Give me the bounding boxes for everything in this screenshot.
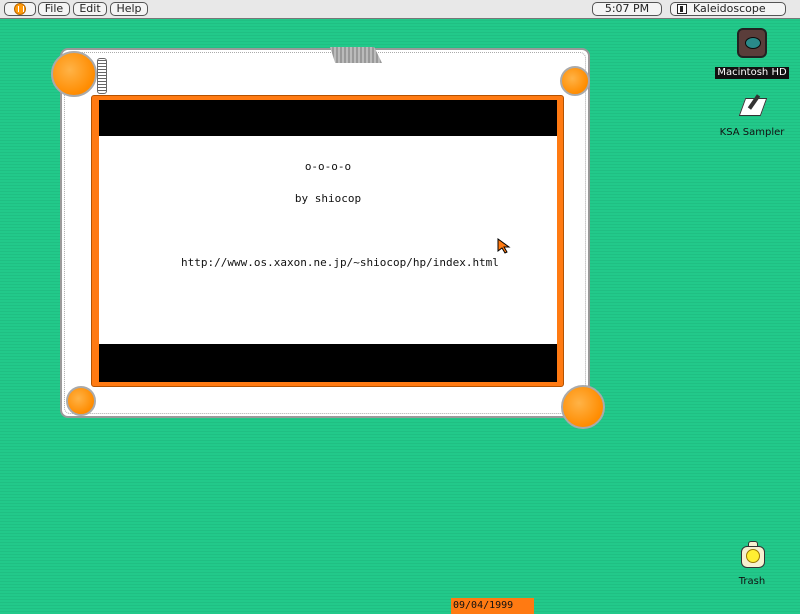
window-title-tab[interactable] [330,47,382,63]
desktop-icon-ksa-sampler[interactable]: KSA Sampler [715,92,789,139]
desktop-icon-label: Trash [738,576,766,587]
trash-icon [739,540,765,568]
application-menu[interactable]: Kaleidoscope [670,2,786,16]
window-drag-grip[interactable] [97,58,107,94]
hard-drive-icon [737,28,767,58]
collapse-box-button[interactable] [66,386,96,416]
mouse-pointer-icon [497,238,511,254]
top-black-band [99,100,557,136]
window-content: o-o-o-o by shiocop http://www.os.xaxon.n… [99,100,557,614]
menu-clock[interactable]: 5:07 PM [592,2,662,16]
zoom-box-button[interactable] [560,66,590,96]
content-title: o-o-o-o [304,160,352,173]
document-pen-icon [738,92,768,118]
menu-edit[interactable]: Edit [73,2,107,16]
bottom-black-band: 09/04/1999 [99,344,557,614]
desktop-icon-label: KSA Sampler [719,127,785,138]
desktop-icon-label: Macintosh HD [715,67,789,79]
desktop-icon-macintosh-hd[interactable]: Macintosh HD [715,28,789,79]
close-box-button[interactable] [51,51,97,97]
menu-help[interactable]: Help [110,2,148,16]
date-badge: 09/04/1999 [451,598,534,614]
menu-file[interactable]: File [38,2,70,16]
apple-logo-icon [14,3,26,15]
content-url[interactable]: http://www.os.xaxon.ne.jp/~shiocop/hp/in… [99,256,557,269]
content-author: by shiocop [294,192,362,205]
menu-bar: File Edit Help 5:07 PM Kaleidoscope [0,0,800,19]
desktop-icon-trash[interactable]: Trash [722,540,782,588]
apple-menu[interactable] [4,2,36,16]
application-icon [677,4,687,14]
grow-box-handle[interactable] [561,385,605,429]
active-app-name: Kaleidoscope [693,2,766,15]
